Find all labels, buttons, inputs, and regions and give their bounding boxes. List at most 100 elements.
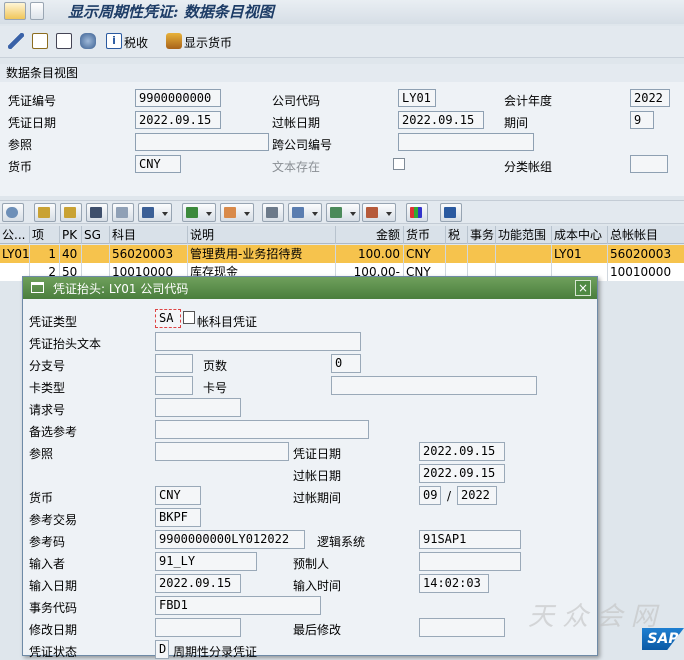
edit-pencil-icon[interactable] <box>8 33 24 49</box>
cell: 100.00 <box>336 245 404 263</box>
find-button[interactable] <box>86 203 108 222</box>
doc-date-field[interactable]: 2022.09.15 <box>135 111 221 129</box>
company-code-field[interactable]: LY01 <box>398 89 436 107</box>
print-button[interactable] <box>262 203 284 222</box>
document-header-icon[interactable] <box>32 33 48 49</box>
posting-date-field[interactable]: 2022.09.15 <box>419 464 505 483</box>
export-button[interactable] <box>326 203 360 222</box>
last-update-field[interactable] <box>419 618 505 637</box>
cell: 1 <box>30 245 60 263</box>
card-type-field[interactable] <box>155 376 193 395</box>
request-no-label: 请求号 <box>29 403 66 417</box>
cross-cc-field[interactable] <box>398 133 534 151</box>
page-title: 显示周期性凭证: 数据条目视图 <box>68 3 274 21</box>
dialog-header: 凭证抬头: LY01 公司代码 × <box>23 277 597 299</box>
currency-label: 货币 <box>29 491 54 505</box>
chevron-down-icon <box>162 212 168 216</box>
info-button[interactable] <box>440 203 462 222</box>
col-description[interactable]: 说明 <box>188 226 336 244</box>
table-row[interactable]: LY01 1 40 56020003 管理费用-业务招待费 100.00 CNY… <box>0 245 684 263</box>
col-pk[interactable]: PK <box>60 226 82 244</box>
ref-transaction-field[interactable]: BKPF <box>155 508 201 527</box>
ref-key-field[interactable]: 9900000000LY012022 <box>155 530 305 549</box>
fiscal-year-field[interactable]: 2022 <box>630 89 670 107</box>
close-icon[interactable]: × <box>575 280 591 296</box>
col-transaction[interactable]: 事务 <box>468 226 496 244</box>
currency-field[interactable]: CNY <box>135 155 181 173</box>
entered-by-field[interactable]: 91_LY <box>155 552 257 571</box>
posting-period-field[interactable]: 09 <box>419 486 441 505</box>
filter-button[interactable] <box>138 203 172 222</box>
reference-field[interactable] <box>135 133 269 151</box>
alt-ref-label: 备选参考 <box>29 425 78 439</box>
info-icon[interactable]: i <box>106 33 122 49</box>
col-sg[interactable]: SG <box>82 226 110 244</box>
col-amount[interactable]: 金额 <box>336 226 404 244</box>
total-button[interactable] <box>182 203 216 222</box>
grid-toolbar <box>0 200 684 224</box>
col-gl-account[interactable]: 总帐帐目 <box>608 226 684 244</box>
entry-time-field[interactable]: 14:02:03 <box>419 574 489 593</box>
parked-by-field[interactable] <box>419 552 521 571</box>
posting-period-year-field[interactable]: 2022 <box>457 486 497 505</box>
header-text-field[interactable] <box>155 332 361 351</box>
pages-field[interactable]: 0 <box>331 354 361 373</box>
doc-number-field[interactable]: 9900000000 <box>135 89 221 107</box>
ledger-group-field[interactable] <box>630 155 668 173</box>
chevron-down-icon <box>206 212 212 216</box>
logical-system-field[interactable]: 91SAP1 <box>419 530 521 549</box>
dropdown-icon[interactable] <box>30 2 44 20</box>
tax-button[interactable]: 税收 <box>124 34 148 51</box>
col-item[interactable]: 项 <box>30 226 60 244</box>
col-cost-center[interactable]: 成本中心 <box>552 226 608 244</box>
ledger-group-label: 分类帐组 <box>504 160 553 174</box>
col-tax[interactable]: 税 <box>446 226 468 244</box>
posting-date-field[interactable]: 2022.09.15 <box>398 111 484 129</box>
request-no-field[interactable] <box>155 398 241 417</box>
details-button[interactable] <box>2 203 24 222</box>
layout-button[interactable] <box>362 203 396 222</box>
document-header-dialog: 凭证抬头: LY01 公司代码 × 凭证类型 SA 帐科目凭证 凭证抬头文本 分… <box>22 276 598 659</box>
parked-by-label: 预制人 <box>293 557 330 571</box>
branch-field[interactable] <box>155 354 193 373</box>
cell: 56020003 <box>610 247 672 261</box>
ref-key-label: 参考码 <box>29 535 66 549</box>
views-button[interactable] <box>288 203 322 222</box>
changed-on-field[interactable] <box>155 618 241 637</box>
sort-asc-button[interactable] <box>34 203 56 222</box>
sort-desc-button[interactable] <box>60 203 82 222</box>
entered-by-label: 输入者 <box>29 557 66 571</box>
reference-label: 参照 <box>29 447 54 461</box>
alt-ref-field[interactable] <box>155 420 369 439</box>
currency-field[interactable]: CNY <box>155 486 201 505</box>
text-exists-checkbox[interactable] <box>393 158 405 170</box>
graphic-button[interactable] <box>406 203 428 222</box>
text-exists-label: 文本存在 <box>272 160 321 174</box>
menu-icon[interactable] <box>4 2 26 20</box>
col-functional-area[interactable]: 功能范围 <box>496 226 552 244</box>
doc-date-field[interactable]: 2022.09.15 <box>419 442 505 461</box>
posting-period-separator: / <box>447 489 452 503</box>
cell <box>496 245 552 263</box>
col-currency[interactable]: 货币 <box>404 226 446 244</box>
entry-date-field[interactable]: 2022.09.15 <box>155 574 241 593</box>
doc-status-field[interactable]: D <box>155 640 169 659</box>
doc-type-label: 凭证类型 <box>29 315 78 329</box>
doc-type-field[interactable]: SA <box>155 309 181 328</box>
col-company[interactable]: 公... <box>0 226 30 244</box>
cell: 10010000 <box>610 265 672 279</box>
logical-system-label: 逻辑系统 <box>317 535 366 549</box>
reference-field[interactable] <box>155 442 289 461</box>
tcode-field[interactable]: FBD1 <box>155 596 321 615</box>
col-account[interactable]: 科目 <box>110 226 188 244</box>
copy-icon[interactable] <box>183 311 195 324</box>
display-currency-icon[interactable] <box>166 33 182 49</box>
find-next-button[interactable] <box>112 203 134 222</box>
db-icon[interactable] <box>80 33 96 49</box>
period-field[interactable]: 9 <box>630 111 654 129</box>
search-document-icon[interactable] <box>56 33 72 49</box>
subtotal-button[interactable] <box>220 203 254 222</box>
doc-status-label: 凭证状态 <box>29 645 78 659</box>
card-no-field[interactable] <box>331 376 537 395</box>
display-currency-button[interactable]: 显示货币 <box>184 34 232 51</box>
